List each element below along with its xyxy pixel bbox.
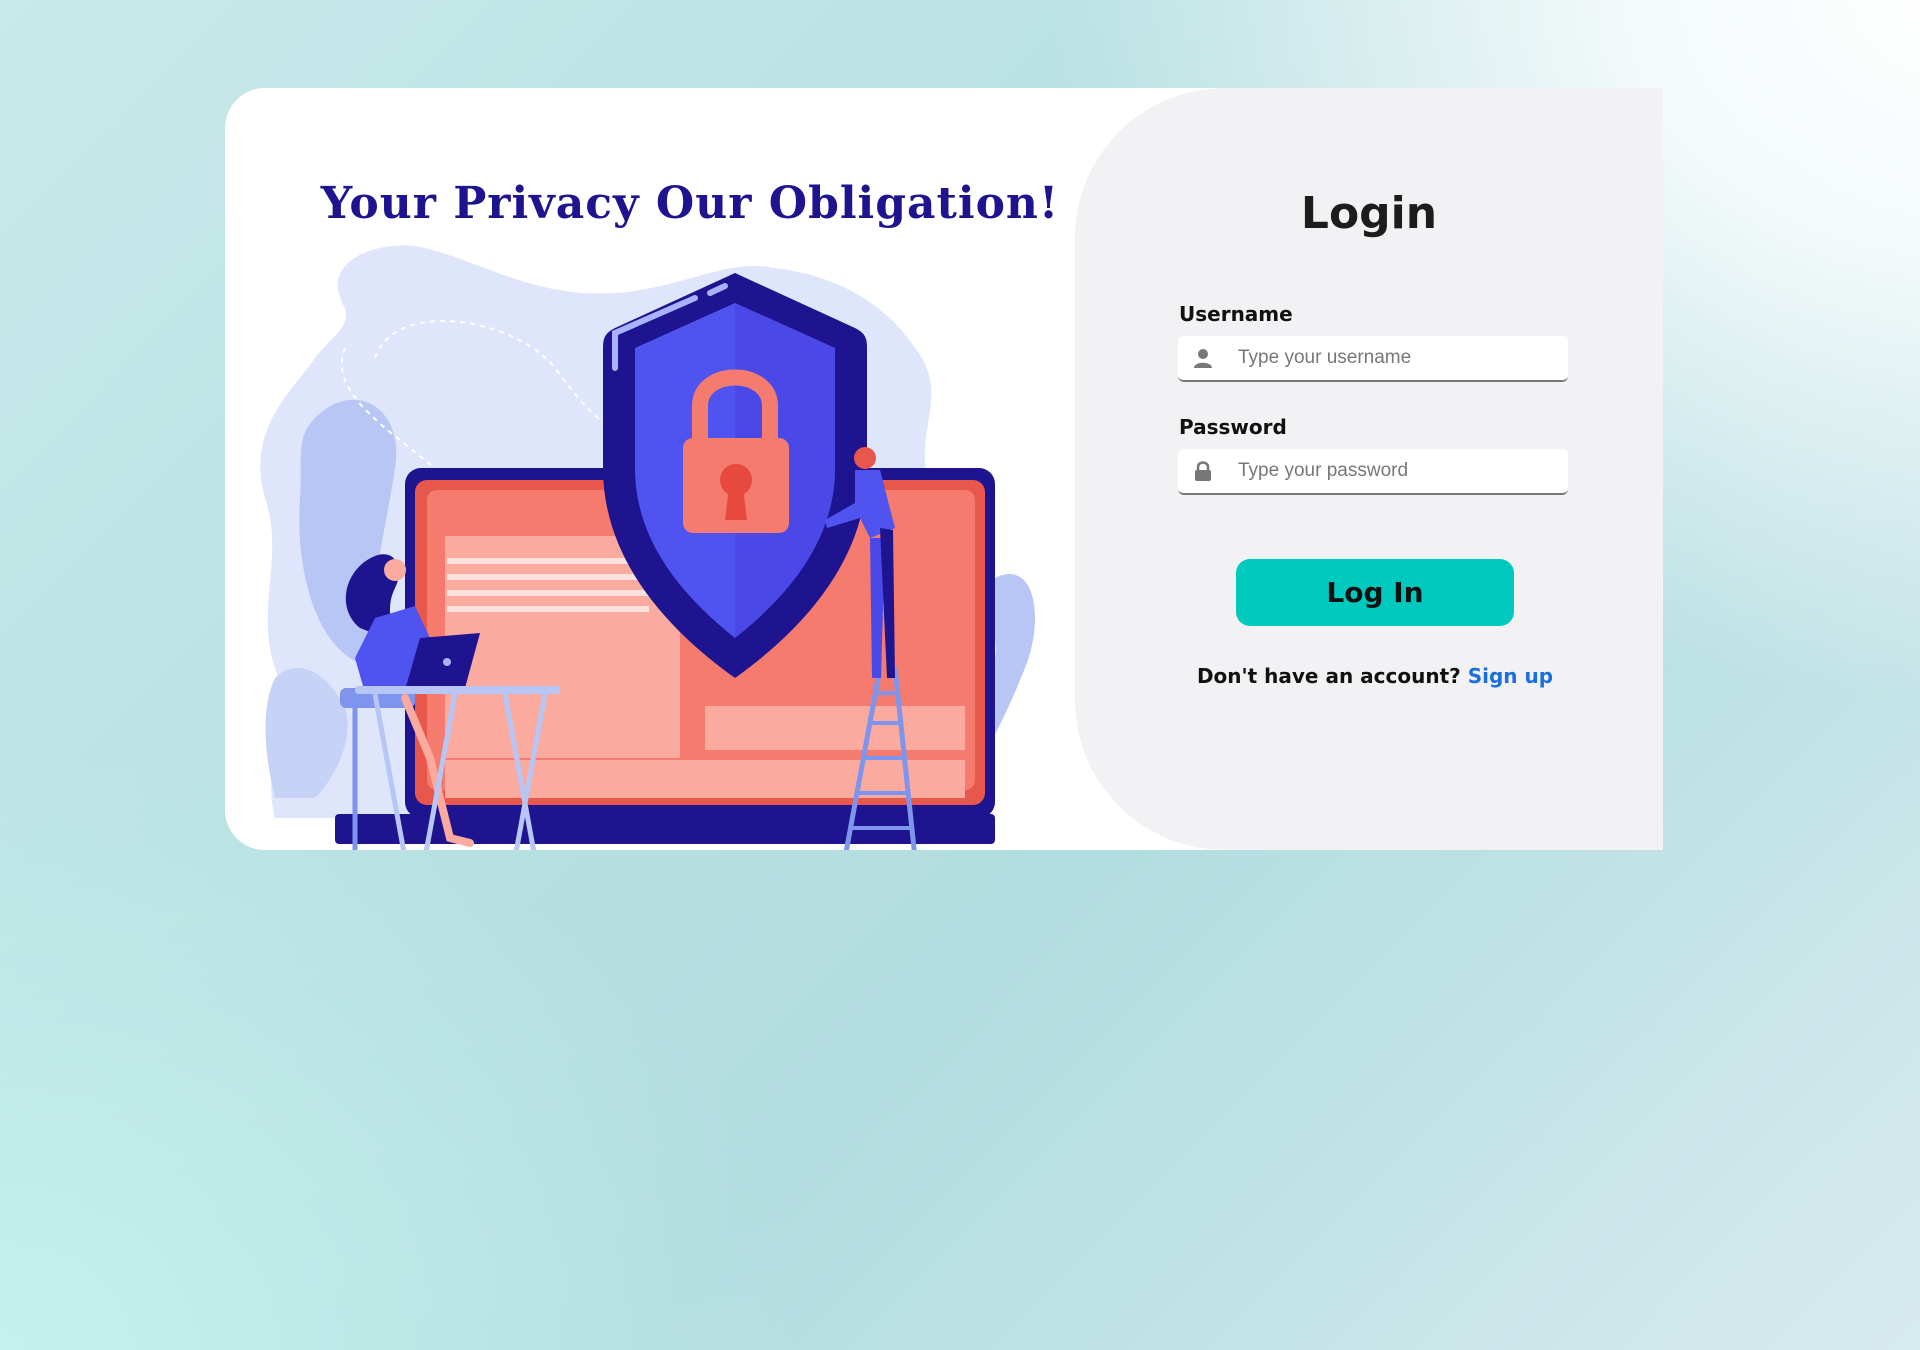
username-label: Username [1179, 302, 1293, 326]
lock-icon [1195, 461, 1211, 481]
username-input[interactable] [1238, 336, 1558, 380]
login-card: Your Privacy Our Obligation! Login Usern… [225, 88, 1663, 850]
login-form-panel: Login Username Password Log In Don't hav… [1075, 88, 1663, 850]
hero-panel: Your Privacy Our Obligation! [225, 88, 1125, 850]
username-field [1178, 336, 1568, 382]
signup-prompt-text: Don't have an account? [1196, 664, 1461, 688]
login-title: Login [1300, 188, 1438, 239]
password-field [1178, 449, 1568, 495]
login-button[interactable]: Log In [1236, 559, 1514, 626]
hero-headline: Your Privacy Our Obligation! [320, 178, 1060, 229]
password-input[interactable] [1238, 449, 1558, 493]
password-label: Password [1179, 415, 1287, 439]
signup-prompt: Don't have an account? Sign up [1075, 664, 1663, 688]
user-icon [1194, 349, 1212, 368]
security-illustration [260, 245, 1035, 850]
signup-link[interactable]: Sign up [1468, 664, 1553, 688]
